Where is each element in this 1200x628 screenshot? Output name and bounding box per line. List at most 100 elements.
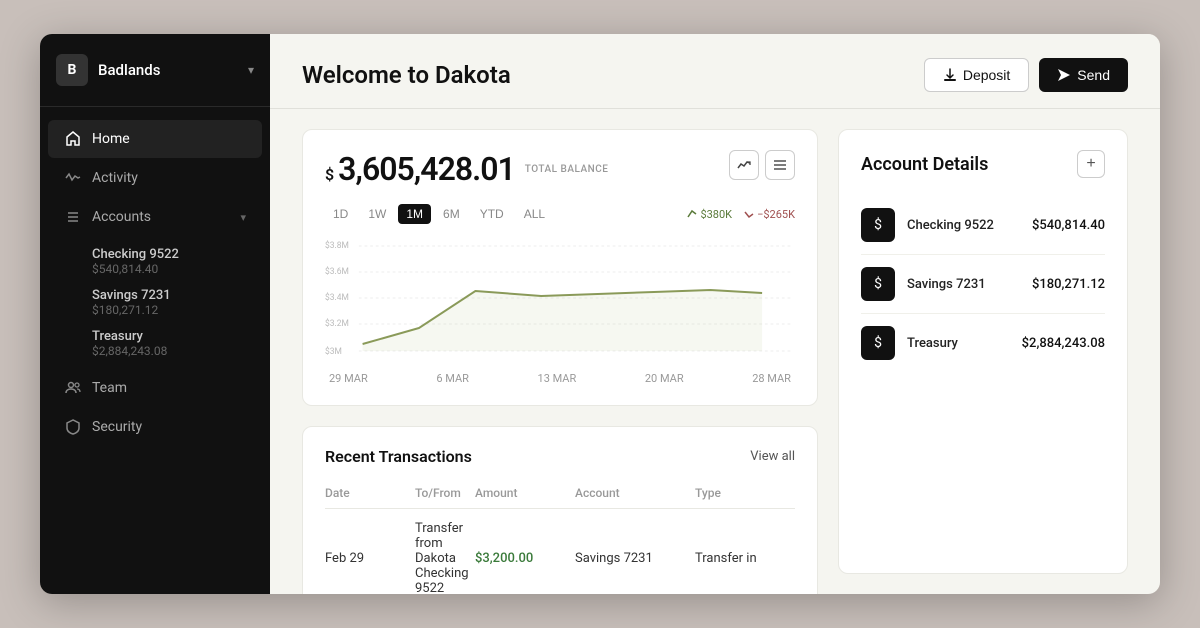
treasury-icon: $ (861, 326, 895, 360)
sub-accounts-nav: Checking 9522 $540,814.40 Savings 7231 $… (40, 237, 270, 368)
sidebar-home-label: Home (92, 131, 246, 147)
checking-name: Checking 9522 (92, 247, 262, 262)
main-body: $ 3,605,428.01 TOTAL BALANCE (270, 109, 1160, 594)
filter-1w[interactable]: 1W (360, 204, 394, 224)
main-content: Welcome to Dakota Deposit Send (270, 34, 1160, 594)
shield-icon (64, 418, 82, 436)
company-selector[interactable]: B Badlands ▾ (40, 34, 270, 107)
header-actions: Deposit Send (924, 58, 1128, 92)
filter-ytd[interactable]: YTD (472, 204, 512, 224)
treasury-amount: $2,884,243.08 (92, 344, 262, 358)
sidebar-activity-label: Activity (92, 170, 246, 186)
table-header: Date To/From Amount Account Type (325, 480, 795, 509)
savings-icon: $ (861, 267, 895, 301)
balance-card: $ 3,605,428.01 TOTAL BALANCE (302, 129, 818, 406)
balance-label: TOTAL BALANCE (525, 164, 609, 175)
x-label-5: 28 MAR (752, 372, 791, 385)
sidebar: B Badlands ▾ Home Activity (40, 34, 270, 594)
company-name: Badlands (98, 61, 238, 79)
svg-text:$3M: $3M (325, 346, 342, 357)
view-all-link[interactable]: View all (750, 449, 795, 464)
dollar-sign: $ (325, 165, 334, 184)
savings-name: Savings 7231 (92, 288, 262, 303)
chart-view-button[interactable] (729, 150, 759, 180)
col-account: Account (575, 486, 695, 500)
add-account-button[interactable]: + (1077, 150, 1105, 178)
treasury-name: Treasury (92, 329, 262, 344)
account-details-title: Account Details (861, 154, 988, 175)
balance-controls (729, 150, 795, 180)
filter-1m[interactable]: 1M (398, 204, 431, 224)
row-tofrom: Transfer from Dakota Checking 9522 (415, 521, 475, 594)
checking-icon: $ (861, 208, 895, 242)
filter-all[interactable]: ALL (516, 204, 553, 224)
list-icon (64, 208, 82, 226)
deposit-icon (943, 68, 957, 82)
sidebar-item-home[interactable]: Home (48, 120, 262, 158)
list-view-button[interactable] (765, 150, 795, 180)
x-label-2: 6 MAR (436, 372, 469, 385)
activity-icon (64, 169, 82, 187)
svg-text:$3.8M: $3.8M (325, 240, 349, 251)
account-row-savings[interactable]: $ Savings 7231 $180,271.12 (861, 255, 1105, 314)
transactions-title: Recent Transactions (325, 447, 472, 466)
col-type: Type (695, 486, 795, 500)
company-logo: B (56, 54, 88, 86)
sidebar-item-activity[interactable]: Activity (48, 159, 262, 197)
chart-x-labels: 29 MAR 6 MAR 13 MAR 20 MAR 28 MAR (325, 372, 795, 385)
page-title: Welcome to Dakota (302, 61, 511, 89)
row-account: Savings 7231 (575, 551, 695, 566)
app-container: B Badlands ▾ Home Activity (40, 34, 1160, 594)
legend-down: −$265K (744, 208, 795, 221)
x-label-4: 20 MAR (645, 372, 684, 385)
savings-account-balance: $180,271.12 (1032, 277, 1105, 292)
chart-filters: 1D 1W 1M 6M YTD ALL $380K (325, 204, 795, 224)
chart-legend: $380K −$265K (687, 208, 795, 221)
sidebar-team-label: Team (92, 380, 246, 396)
account-details-card: Account Details + $ Checking 9522 $540,8… (838, 129, 1128, 574)
checking-account-name: Checking 9522 (907, 218, 1020, 233)
send-button[interactable]: Send (1039, 58, 1128, 92)
send-icon (1057, 68, 1071, 82)
filter-6m[interactable]: 6M (435, 204, 468, 224)
sub-account-treasury[interactable]: Treasury $2,884,243.08 (84, 323, 270, 364)
svg-text:$3.4M: $3.4M (325, 292, 349, 303)
main-header: Welcome to Dakota Deposit Send (270, 34, 1160, 109)
sub-account-checking[interactable]: Checking 9522 $540,814.40 (84, 241, 270, 282)
svg-text:$3.2M: $3.2M (325, 318, 349, 329)
row-date: Feb 29 (325, 551, 415, 566)
treasury-account-name: Treasury (907, 336, 1010, 351)
account-row-treasury[interactable]: $ Treasury $2,884,243.08 (861, 314, 1105, 372)
x-label-1: 29 MAR (329, 372, 368, 385)
team-icon (64, 379, 82, 397)
row-amount: $3,200.00 (475, 551, 575, 566)
col-amount: Amount (475, 486, 575, 500)
sidebar-item-security[interactable]: Security (48, 408, 262, 446)
account-row-checking[interactable]: $ Checking 9522 $540,814.40 (861, 196, 1105, 255)
balance-number: 3,605,428.01 (338, 150, 515, 188)
transactions-card: Recent Transactions View all Date To/Fro… (302, 426, 818, 594)
accounts-chevron-icon: ▾ (240, 211, 246, 224)
legend-up: $380K (687, 208, 732, 221)
balance-top: $ 3,605,428.01 TOTAL BALANCE (325, 150, 795, 188)
treasury-account-balance: $2,884,243.08 (1022, 336, 1105, 351)
deposit-button[interactable]: Deposit (924, 58, 1029, 92)
savings-amount: $180,271.12 (92, 303, 262, 317)
svg-text:$3.6M: $3.6M (325, 266, 349, 277)
sub-account-savings[interactable]: Savings 7231 $180,271.12 (84, 282, 270, 323)
balance-amount-group: $ 3,605,428.01 TOTAL BALANCE (325, 150, 608, 188)
left-panel: $ 3,605,428.01 TOTAL BALANCE (302, 129, 818, 574)
checking-amount: $540,814.40 (92, 262, 262, 276)
row-type: Transfer in (695, 551, 795, 566)
col-tofrom: To/From (415, 486, 475, 500)
chevron-down-icon: ▾ (248, 63, 254, 77)
home-icon (64, 130, 82, 148)
sidebar-item-team[interactable]: Team (48, 369, 262, 407)
checking-account-balance: $540,814.40 (1032, 218, 1105, 233)
sidebar-item-accounts[interactable]: Accounts ▾ (48, 198, 262, 236)
chart-area: $3.8M $3.6M $3.4M $3.2M $3M (325, 236, 795, 366)
transactions-header: Recent Transactions View all (325, 447, 795, 466)
x-label-3: 13 MAR (538, 372, 577, 385)
balance-chart: $3.8M $3.6M $3.4M $3.2M $3M (325, 236, 795, 366)
filter-1d[interactable]: 1D (325, 204, 356, 224)
